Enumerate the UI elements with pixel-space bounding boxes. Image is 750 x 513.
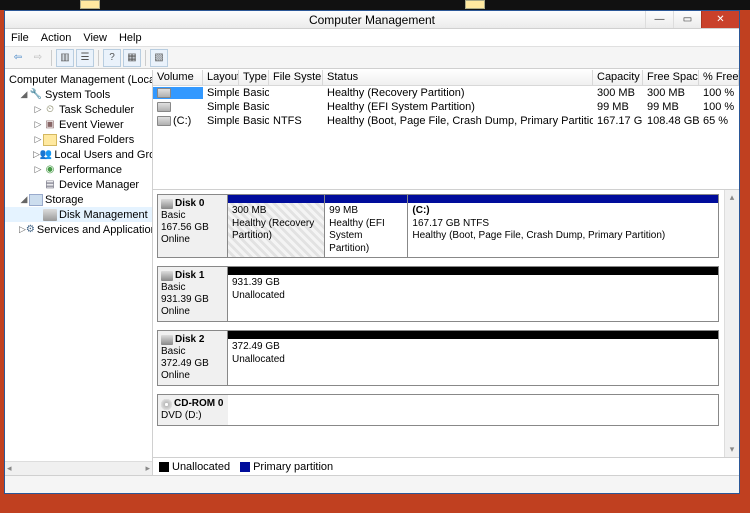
devmgr-icon: ▤ xyxy=(43,179,57,191)
content-area: Computer Management (Local ◢🔧System Tool… xyxy=(5,69,739,475)
storage-icon xyxy=(29,194,43,206)
col-percent-free[interactable]: % Free xyxy=(699,70,739,85)
titlebar[interactable]: Computer Management — ▭ ✕ xyxy=(5,11,739,29)
col-layout[interactable]: Layout xyxy=(203,70,239,85)
disk-info[interactable]: Disk 0Basic167.56 GBOnline xyxy=(158,195,228,257)
diskmgmt-icon xyxy=(43,209,57,221)
partition[interactable]: (C:)167.17 GB NTFSHealthy (Boot, Page Fi… xyxy=(407,195,718,257)
col-filesystem[interactable]: File System xyxy=(269,70,323,85)
cdrom-title: CD-ROM 0 xyxy=(174,398,223,410)
back-button[interactable]: ⇦ xyxy=(9,49,27,67)
close-button[interactable]: ✕ xyxy=(701,11,739,28)
help-button[interactable]: ▦ xyxy=(123,49,141,67)
disk-block[interactable]: Disk 0Basic167.56 GBOnline300 MBHealthy … xyxy=(157,194,719,258)
disk-icon xyxy=(161,335,173,345)
tree-services[interactable]: Services and Applications xyxy=(37,224,153,236)
taskbar-folder-icon[interactable] xyxy=(465,0,485,9)
legend-unallocated: Unallocated xyxy=(159,461,230,473)
col-volume[interactable]: Volume xyxy=(153,70,203,85)
up-button[interactable]: ▥ xyxy=(56,49,74,67)
perf-icon: ◉ xyxy=(43,164,57,176)
tools-icon: 🔧 xyxy=(29,89,43,101)
forward-button[interactable]: ⇨ xyxy=(29,49,47,67)
disk-block[interactable]: Disk 2Basic372.49 GBOnline372.49 GBUnall… xyxy=(157,330,719,386)
partition[interactable]: 300 MBHealthy (Recovery Partition) xyxy=(228,195,324,257)
disk-info[interactable]: Disk 1Basic931.39 GBOnline xyxy=(158,267,228,321)
disk-icon xyxy=(161,199,173,209)
taskbar-folder-icon[interactable] xyxy=(80,0,100,9)
disk-info[interactable]: Disk 2Basic372.49 GBOnline xyxy=(158,331,228,385)
volume-header-row: Volume Layout Type File System Status Ca… xyxy=(153,70,739,86)
details-pane: Volume Layout Type File System Status Ca… xyxy=(153,70,739,475)
disk-graphical-view[interactable]: Disk 0Basic167.56 GBOnline300 MBHealthy … xyxy=(153,190,739,457)
partition[interactable]: 931.39 GBUnallocated xyxy=(228,267,718,321)
window-title: Computer Management xyxy=(5,13,739,27)
tree-task-scheduler[interactable]: Task Scheduler xyxy=(59,104,134,116)
properties-button[interactable]: ☰ xyxy=(76,49,94,67)
users-icon: 👥 xyxy=(40,149,52,161)
tree-event-viewer[interactable]: Event Viewer xyxy=(59,119,124,131)
computer-management-window: Computer Management — ▭ ✕ File Action Vi… xyxy=(4,10,740,494)
partition[interactable]: 372.49 GBUnallocated xyxy=(228,331,718,385)
cdrom-block[interactable]: CD-ROM 0 DVD (D:) xyxy=(157,394,719,426)
volume-row[interactable]: SimpleBasicHealthy (EFI System Partition… xyxy=(153,100,739,114)
services-icon: ⚙ xyxy=(26,224,35,236)
folder-icon xyxy=(43,134,57,146)
extra-button[interactable]: ▧ xyxy=(150,49,168,67)
disk-block[interactable]: Disk 1Basic931.39 GBOnline931.39 GBUnall… xyxy=(157,266,719,322)
col-free-space[interactable]: Free Space xyxy=(643,70,699,85)
disk-icon xyxy=(161,271,173,281)
menubar: File Action View Help xyxy=(5,29,739,47)
legend-primary-partition: Primary partition xyxy=(240,461,333,473)
drive-icon xyxy=(157,88,171,98)
desktop-taskbar xyxy=(0,0,750,10)
col-status[interactable]: Status xyxy=(323,70,593,85)
statusbar xyxy=(5,475,739,493)
volume-row[interactable]: SimpleBasicHealthy (Recovery Partition)3… xyxy=(153,86,739,100)
tree-root[interactable]: Computer Management (Local xyxy=(9,74,153,86)
tree-disk-management[interactable]: Disk Management xyxy=(59,209,148,221)
cdrom-subtitle: DVD (D:) xyxy=(161,410,225,422)
tree-storage[interactable]: Storage xyxy=(45,194,84,206)
tree-horizontal-scrollbar[interactable]: ◂▸ xyxy=(5,461,152,475)
col-capacity[interactable]: Capacity xyxy=(593,70,643,85)
tree-shared-folders[interactable]: Shared Folders xyxy=(59,134,134,146)
volume-list[interactable]: Volume Layout Type File System Status Ca… xyxy=(153,70,739,190)
navigation-tree[interactable]: Computer Management (Local ◢🔧System Tool… xyxy=(5,70,153,475)
tree-system-tools[interactable]: System Tools xyxy=(45,89,110,101)
minimize-button[interactable]: — xyxy=(645,11,673,28)
event-icon: ▣ xyxy=(43,119,57,131)
tree-device-manager[interactable]: Device Manager xyxy=(59,179,139,191)
menu-view[interactable]: View xyxy=(83,32,107,44)
cdrom-icon xyxy=(161,399,172,410)
toolbar: ⇦ ⇨ ▥ ☰ ? ▦ ▧ xyxy=(5,47,739,69)
refresh-button[interactable]: ? xyxy=(103,49,121,67)
menu-file[interactable]: File xyxy=(11,32,29,44)
maximize-button[interactable]: ▭ xyxy=(673,11,701,28)
tree-performance[interactable]: Performance xyxy=(59,164,122,176)
col-type[interactable]: Type xyxy=(239,70,269,85)
graphical-vertical-scrollbar[interactable]: ▴▾ xyxy=(724,190,739,457)
drive-icon xyxy=(157,102,171,112)
drive-icon xyxy=(157,116,171,126)
tree-local-users[interactable]: Local Users and Groups xyxy=(54,149,153,161)
menu-help[interactable]: Help xyxy=(119,32,142,44)
scheduler-icon: ⏲ xyxy=(43,104,57,116)
volume-row[interactable]: (C:)SimpleBasicNTFSHealthy (Boot, Page F… xyxy=(153,114,739,128)
partition[interactable]: 99 MBHealthy (EFI System Partition) xyxy=(324,195,407,257)
menu-action[interactable]: Action xyxy=(41,32,72,44)
legend: Unallocated Primary partition xyxy=(153,457,739,475)
